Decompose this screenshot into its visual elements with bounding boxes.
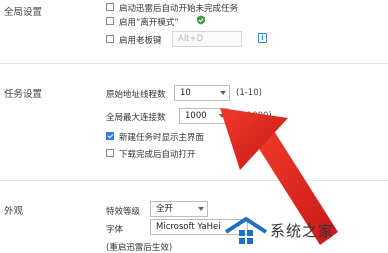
checkbox-label-auto-open-on-complete: 下载完成后自动打开	[119, 150, 196, 160]
orig-threads-value: 10	[180, 88, 191, 98]
section-label-tasks: 任务设置	[4, 89, 43, 100]
chevron-down-icon	[220, 91, 226, 95]
restart-note: (重启迅雷后生效)	[106, 243, 173, 253]
checkbox-label-show-main-on-new-task: 新建任务时显示主界面	[119, 133, 205, 143]
effects-label: 特效等级	[106, 207, 141, 217]
shield-icon	[197, 15, 205, 25]
orig-threads-label: 原始地址线程数	[106, 90, 166, 100]
checkbox-show-main-on-new-task[interactable]	[106, 132, 114, 140]
checkbox-auto-start-tasks[interactable]	[106, 3, 114, 11]
effects-value: 全开	[156, 204, 174, 214]
info-icon[interactable]: i	[258, 33, 267, 43]
checkbox-boss-key[interactable]	[106, 35, 114, 43]
checkbox-label-boss-key: 启用老板键	[119, 36, 162, 46]
section-label-appearance: 外观	[4, 206, 24, 217]
watermark-logo	[224, 217, 268, 244]
max-conn-label: 全局最大连接数	[106, 113, 166, 123]
watermark-text: 系统之家	[270, 222, 335, 240]
checkbox-label-auto-start-tasks: 启动迅雷后自动开始未完成任务	[119, 4, 239, 14]
boss-key-input[interactable]: Alt+D	[172, 31, 242, 47]
orig-threads-range: (1-10)	[236, 88, 262, 98]
checkbox-label-away-mode: 启用“离开模式”	[119, 18, 179, 28]
orig-threads-select[interactable]: 10	[174, 85, 230, 101]
checkbox-auto-open-on-complete[interactable]	[106, 149, 114, 157]
checkbox-away-mode[interactable]	[106, 17, 114, 25]
divider	[0, 63, 388, 64]
font-label: 字体	[106, 225, 124, 235]
section-label-global: 全局设置	[4, 7, 43, 18]
